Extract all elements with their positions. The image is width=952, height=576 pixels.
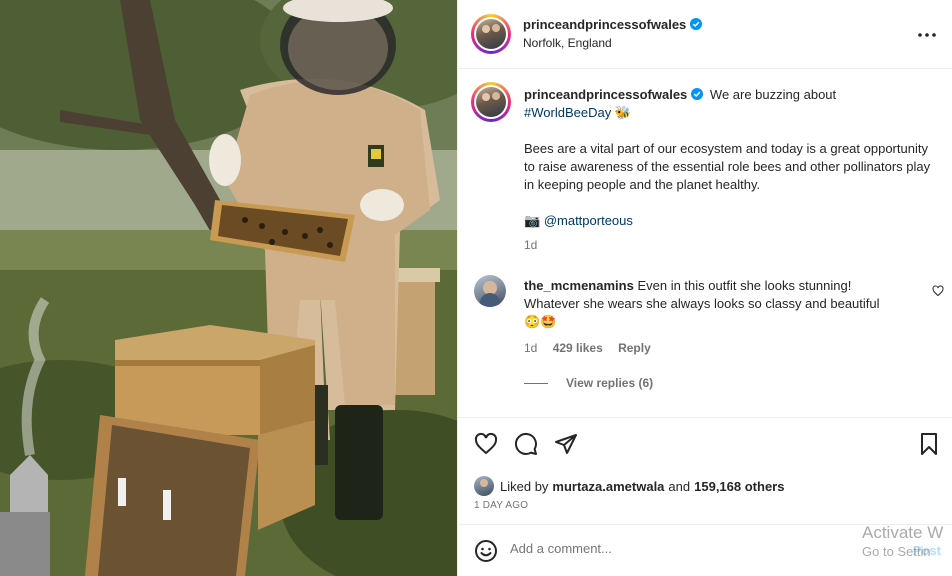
small-heart-icon[interactable] — [932, 285, 944, 297]
post-location[interactable]: Norfolk, England — [523, 36, 702, 50]
caption: princeandprincessofwales We are buzzing … — [524, 86, 934, 254]
caption-username[interactable]: princeandprincessofwales — [524, 87, 687, 102]
post-detail-panel: princeandprincessofwales Norfolk, Englan… — [457, 0, 952, 576]
comments-scroll-area[interactable]: princeandprincessofwales We are buzzing … — [458, 70, 952, 416]
smiley-icon[interactable] — [474, 539, 498, 563]
post-date[interactable]: 1 DAY AGO — [474, 500, 528, 511]
bee-emoji: 🐝 — [614, 105, 632, 120]
replies-divider — [524, 382, 548, 384]
hashtag-link[interactable]: #WorldBeeDay — [524, 105, 611, 120]
view-replies-button[interactable]: View replies (6) — [566, 374, 653, 392]
likes-summary: Liked by murtaza.ametwala and 159,168 ot… — [474, 475, 784, 497]
caption-avatar[interactable] — [471, 82, 511, 122]
header-username[interactable]: princeandprincessofwales — [523, 17, 686, 32]
comment-time[interactable]: 1d — [524, 341, 537, 355]
post-comment-button[interactable]: Post — [913, 543, 941, 558]
add-comment-bar: Post — [458, 524, 952, 576]
heart-icon[interactable] — [474, 432, 498, 456]
camera-emoji: 📷 — [524, 213, 541, 228]
more-horizontal-icon[interactable] — [917, 25, 937, 45]
comment-likes[interactable]: 429 likes — [553, 341, 603, 355]
post-header: princeandprincessofwales Norfolk, Englan… — [458, 0, 952, 69]
caption-body: Bees are a vital part of our ecosystem a… — [524, 141, 931, 192]
commenter-username[interactable]: the_mcmenamins — [524, 278, 634, 293]
liked-by-prefix: Liked by — [500, 478, 549, 494]
comment-emojis: 😳🤩 — [524, 314, 557, 329]
paper-plane-icon[interactable] — [554, 432, 578, 456]
commenter-avatar[interactable] — [474, 275, 506, 307]
bookmark-icon[interactable] — [917, 432, 941, 456]
avatar[interactable] — [471, 14, 511, 54]
post-photo[interactable] — [0, 0, 457, 576]
comment-bubble-icon[interactable] — [514, 432, 538, 456]
caption-intro: We are buzzing about — [709, 87, 837, 102]
comment-input[interactable] — [510, 541, 850, 556]
verified-badge-icon — [691, 88, 704, 100]
liker-avatar[interactable] — [474, 476, 494, 496]
reply-button[interactable]: Reply — [618, 341, 651, 355]
credit-link[interactable]: @mattporteous — [544, 213, 633, 228]
liked-by-and: and — [668, 478, 691, 494]
caption-timestamp[interactable]: 1d — [524, 236, 934, 254]
liked-by-others[interactable]: 159,168 others — [694, 479, 784, 494]
beekeeper-photo-illustration — [0, 0, 457, 576]
verified-badge-icon — [690, 18, 703, 30]
liked-by-user[interactable]: murtaza.ametwala — [552, 479, 664, 494]
post-actions: Liked by murtaza.ametwala and 159,168 ot… — [458, 417, 952, 524]
